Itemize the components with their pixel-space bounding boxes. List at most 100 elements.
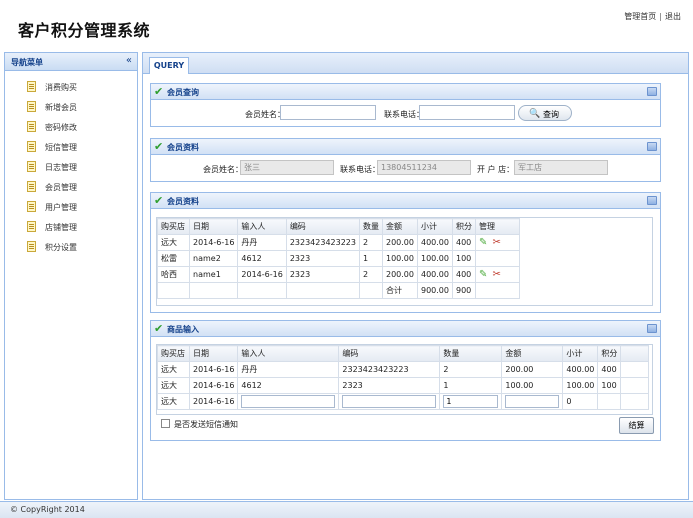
cell: 2014-6-16 — [188, 377, 239, 394]
cell: 200.00 — [501, 361, 564, 378]
nav-sidebar: 导航菜单 « 消费购买 新增会员 密码修改 短信管理 日志管理 会员管理 用户管… — [4, 52, 138, 500]
cell: 1 — [358, 250, 383, 267]
cell: 2323423423223 — [338, 361, 441, 378]
footer: © CopyRight 2014 — [0, 501, 693, 518]
column-header[interactable]: 输入人 — [237, 345, 340, 362]
column-header[interactable]: 编码 — [285, 218, 360, 235]
check-icon: ✔ — [154, 85, 164, 98]
column-header[interactable]: 积分 — [451, 218, 476, 235]
cell: 100 — [597, 377, 622, 394]
cell: name1 — [188, 266, 239, 283]
panel-title: 会员查询 — [167, 88, 199, 97]
check-icon: ✔ — [154, 140, 164, 153]
collapse-panel-icon[interactable] — [647, 142, 657, 151]
search-button[interactable]: 🔍 查询 — [518, 105, 572, 121]
entry-grid: 购买店 日期 输入人 编码 数量 金额 小计 积分 远大 2014-6-16 丹… — [156, 344, 653, 415]
link-separator: | — [659, 12, 662, 21]
cut-icon[interactable]: ✂ — [492, 269, 500, 280]
column-header[interactable]: 数量 — [439, 345, 503, 362]
pencil-icon[interactable]: ✎ — [479, 269, 487, 280]
cell: 2 — [358, 234, 383, 251]
logout-link[interactable]: 退出 — [665, 12, 681, 21]
column-header[interactable]: 小计 — [562, 345, 599, 362]
panel-header: ✔ 会员资料 — [151, 139, 660, 155]
quantity-field[interactable] — [443, 395, 499, 408]
pencil-icon[interactable]: ✎ — [479, 237, 487, 248]
column-header[interactable]: 输入人 — [237, 218, 287, 235]
collapse-panel-icon[interactable] — [647, 87, 657, 96]
column-header[interactable]: 购买店 — [157, 218, 190, 235]
collapse-panel-icon[interactable] — [647, 324, 657, 333]
sidebar-item-stores[interactable]: 店铺管理 — [5, 217, 137, 237]
code-field[interactable] — [342, 395, 437, 408]
sidebar-item-points[interactable]: 积分设置 — [5, 237, 137, 257]
sidebar-item-label: 短信管理 — [45, 143, 77, 152]
column-header[interactable]: 日期 — [188, 345, 239, 362]
main-tabpanel: QUERY ✔ 会员查询 会员姓名： 联系电话： 🔍 查询 ✔ 会员资料 会员姓… — [142, 52, 689, 500]
search-button-label: 查询 — [543, 110, 559, 119]
info-phone-field — [377, 160, 471, 175]
document-icon — [27, 101, 36, 112]
member-records-panel: ✔ 会员资料 购买店 日期 输入人 编码 数量 金额 小计 积分 管理 远大 2… — [150, 192, 661, 313]
sidebar-item-logs[interactable]: 日志管理 — [5, 157, 137, 177]
collapse-sidebar-icon[interactable]: « — [126, 55, 132, 66]
sidebar-item-label: 店铺管理 — [45, 223, 77, 232]
sms-notify-checkbox[interactable] — [161, 419, 170, 428]
sidebar-item-password[interactable]: 密码修改 — [5, 117, 137, 137]
column-header[interactable]: 数量 — [358, 218, 383, 235]
column-header[interactable]: 小计 — [416, 218, 453, 235]
grid-header-row: 购买店 日期 输入人 编码 数量 金额 小计 积分 — [157, 345, 650, 362]
column-header[interactable]: 日期 — [188, 218, 239, 235]
member-query-panel: ✔ 会员查询 会员姓名： 联系电话： 🔍 查询 — [150, 83, 661, 127]
cell: 远大 — [157, 393, 190, 410]
cell: 远大 — [157, 361, 190, 378]
cell: 1 — [439, 377, 503, 394]
cut-icon[interactable]: ✂ — [492, 237, 500, 248]
tab-query[interactable]: QUERY — [149, 57, 189, 74]
document-icon — [27, 161, 36, 172]
column-header[interactable]: 金额 — [501, 345, 564, 362]
cell: name2 — [188, 250, 239, 267]
total-subtotal: 900.00 — [416, 282, 453, 299]
cell: 100.00 — [381, 250, 418, 267]
phone-input[interactable] — [419, 105, 515, 120]
column-header[interactable]: 管理 — [474, 218, 520, 235]
member-info-panel: ✔ 会员资料 会员姓名： 联系电话： 开 户 店： — [150, 138, 661, 182]
document-icon — [27, 201, 36, 212]
cell: 2014-6-16 — [188, 393, 239, 410]
records-grid: 购买店 日期 输入人 编码 数量 金额 小计 积分 管理 远大 2014-6-1… — [156, 217, 653, 306]
cell: 2323 — [285, 250, 360, 267]
member-name-input[interactable] — [280, 105, 376, 120]
input-person-field[interactable] — [241, 395, 336, 408]
sidebar-item-members[interactable]: 会员管理 — [5, 177, 137, 197]
cell: 2323 — [285, 266, 360, 283]
sidebar-item-consume[interactable]: 消费购买 — [5, 77, 137, 97]
collapse-panel-icon[interactable] — [647, 196, 657, 205]
nav-menu: 消费购买 新增会员 密码修改 短信管理 日志管理 会员管理 用户管理 店铺管理 … — [5, 71, 137, 257]
cell: 远大 — [157, 377, 190, 394]
home-link[interactable]: 管理首页 — [624, 12, 656, 21]
cell: 100.00 — [501, 377, 564, 394]
sidebar-item-sms[interactable]: 短信管理 — [5, 137, 137, 157]
sidebar-item-users[interactable]: 用户管理 — [5, 197, 137, 217]
sidebar-item-new-member[interactable]: 新增会员 — [5, 97, 137, 117]
table-row: 远大 2014-6-16 丹丹 2323423423223 2 200.00 4… — [157, 361, 650, 378]
table-row: 松雷 name2 4612 2323 1 100.00 100.00 100 — [157, 250, 520, 267]
column-header[interactable]: 购买店 — [157, 345, 190, 362]
sms-notify-label: 是否发送短信通知 — [174, 420, 238, 429]
column-header[interactable]: 金额 — [381, 218, 418, 235]
search-icon: 🔍 — [529, 108, 541, 118]
grid-header-row: 购买店 日期 输入人 编码 数量 金额 小计 积分 管理 — [157, 218, 520, 235]
app-title: 客户积分管理系统 — [18, 21, 151, 40]
input-row: 远大 2014-6-16 0 — [157, 393, 650, 410]
settle-button[interactable]: 结算 — [619, 417, 654, 434]
panel-header: ✔ 会员资料 — [151, 193, 660, 209]
amount-field[interactable] — [505, 395, 560, 408]
column-header[interactable]: 积分 — [597, 345, 622, 362]
cell: 哈西 — [157, 266, 190, 283]
records-table: 购买店 日期 输入人 编码 数量 金额 小计 积分 管理 远大 2014-6-1… — [157, 218, 520, 299]
document-icon — [27, 141, 36, 152]
column-header[interactable]: 编码 — [338, 345, 441, 362]
actions-cell: ✎ ✂ — [474, 266, 520, 283]
check-icon: ✔ — [154, 322, 164, 335]
